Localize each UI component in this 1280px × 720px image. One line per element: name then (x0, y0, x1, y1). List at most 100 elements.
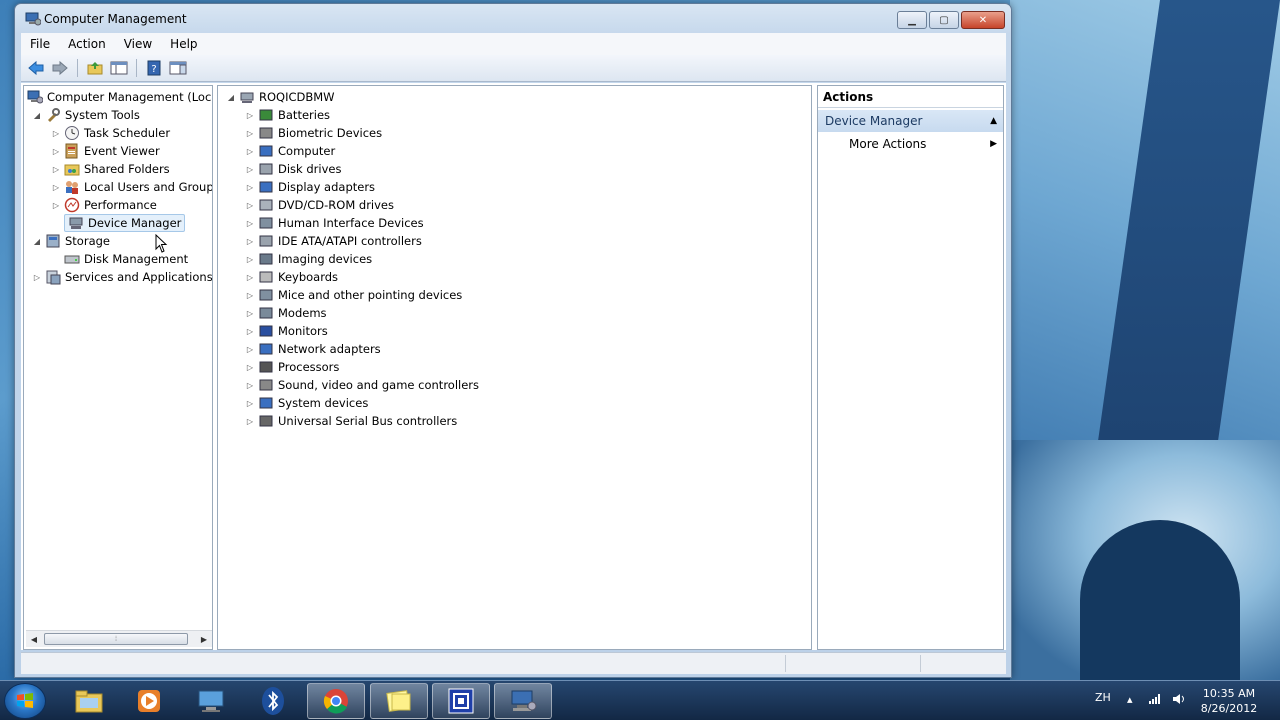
menu-action[interactable]: Action (59, 37, 115, 51)
tree-collapsed-toggle-icon[interactable]: ▷ (51, 164, 61, 174)
taskbar-bluetooth[interactable] (244, 683, 302, 719)
tree-item-device-manager[interactable]: Device Manager (64, 214, 186, 232)
performance-icon (64, 197, 80, 213)
volume-icon[interactable] (1172, 693, 1186, 708)
tree-item-storage[interactable]: ◢ Storage (32, 232, 110, 250)
tree-collapsed-toggle-icon[interactable]: ▷ (245, 218, 255, 228)
close-button[interactable]: ✕ (961, 11, 1005, 29)
maximize-button[interactable]: ▢ (929, 11, 959, 29)
taskbar-computer-management[interactable] (494, 683, 552, 719)
device-category-item[interactable]: ▷ Computer (245, 142, 335, 160)
device-category-item[interactable]: ▷ Mice and other pointing devices (245, 286, 462, 304)
device-category-item[interactable]: ▷ Biometric Devices (245, 124, 382, 142)
forward-button[interactable] (49, 57, 71, 79)
tree-collapsed-toggle-icon[interactable]: ▷ (245, 326, 255, 336)
tree-collapsed-toggle-icon[interactable]: ▷ (245, 380, 255, 390)
tree-collapsed-toggle-icon[interactable]: ▷ (51, 200, 61, 210)
menu-help[interactable]: Help (161, 37, 206, 51)
sticky-notes-icon (386, 690, 411, 712)
taskbar-media-player[interactable] (120, 683, 178, 719)
taskbar-app[interactable] (432, 683, 490, 719)
minimize-button[interactable]: ▁ (897, 11, 927, 29)
taskbar-chrome[interactable] (307, 683, 365, 719)
device-category-item[interactable]: ▷ DVD/CD-ROM drives (245, 196, 394, 214)
tree-collapsed-toggle-icon[interactable]: ▷ (245, 254, 255, 264)
tree-item-services-and-applications[interactable]: ▷ Services and Applications (32, 268, 212, 286)
tree-item-task-scheduler[interactable]: ▷ Task Scheduler (51, 124, 170, 142)
tree-collapsed-toggle-icon[interactable]: ▷ (245, 362, 255, 372)
menu-file[interactable]: File (21, 37, 59, 51)
scroll-thumb[interactable]: ⦙ (44, 633, 188, 645)
tree-collapsed-toggle-icon[interactable]: ▷ (245, 416, 255, 426)
tree-collapsed-toggle-icon[interactable]: ▷ (245, 182, 255, 192)
tree-item-computer-management[interactable]: Computer Management (Local (27, 88, 212, 106)
device-category-item[interactable]: ▷ Universal Serial Bus controllers (245, 412, 457, 430)
device-category-item[interactable]: ▷ Sound, video and game controllers (245, 376, 479, 394)
taskbar-remote-desktop[interactable] (182, 683, 240, 719)
tree-collapsed-toggle-icon[interactable]: ▷ (245, 128, 255, 138)
up-level-button[interactable] (84, 57, 106, 79)
tree-item-performance[interactable]: ▷ Performance (51, 196, 157, 214)
device-category-item[interactable]: ▷ System devices (245, 394, 368, 412)
tree-item-label: Disk Management (84, 252, 189, 266)
system-clock[interactable]: 10:35 AM 8/26/2012 (1192, 686, 1266, 716)
horizontal-scrollbar[interactable]: ◀ ⦙ ▶ (26, 630, 212, 647)
show-hidden-icons-icon[interactable]: ▴ (1127, 693, 1133, 706)
device-category-item[interactable]: ▷ Processors (245, 358, 339, 376)
tree-collapsed-toggle-icon[interactable]: ▷ (51, 128, 61, 138)
title-bar[interactable]: Computer Management ▁ ▢ ✕ (15, 4, 1011, 34)
tree-collapsed-toggle-icon[interactable]: ▷ (245, 110, 255, 120)
device-category-label: Keyboards (278, 270, 339, 284)
tree-collapsed-toggle-icon[interactable]: ▷ (245, 308, 255, 318)
show-hide-action-pane-button[interactable] (167, 57, 189, 79)
device-category-item[interactable]: ▷ Network adapters (245, 340, 381, 358)
device-category-item[interactable]: ▷ Monitors (245, 322, 328, 340)
tree-collapsed-toggle-icon[interactable]: ▷ (51, 146, 61, 156)
device-category-item[interactable]: ▷ Disk drives (245, 160, 342, 178)
tree-expanded-toggle-icon[interactable]: ◢ (32, 110, 42, 120)
device-category-item[interactable]: ▷ Keyboards (245, 268, 338, 286)
device-category-label: IDE ATA/ATAPI controllers (278, 234, 422, 248)
tree-collapsed-toggle-icon[interactable]: ▷ (245, 146, 255, 156)
actions-section-device-manager[interactable]: Device Manager ▲ (818, 110, 1003, 132)
toolbar-separator (77, 59, 78, 77)
scroll-left-icon[interactable]: ◀ (26, 631, 42, 647)
menu-view[interactable]: View (115, 37, 161, 51)
device-tree-root[interactable]: ◢ ROQICDBMW (226, 88, 335, 106)
tree-collapsed-toggle-icon[interactable]: ▷ (245, 344, 255, 354)
tree-collapsed-toggle-icon[interactable]: ▷ (245, 398, 255, 408)
device-category-item[interactable]: ▷ IDE ATA/ATAPI controllers (245, 232, 422, 250)
tree-collapsed-toggle-icon[interactable]: ▷ (245, 200, 255, 210)
back-button[interactable] (25, 57, 47, 79)
tree-item-shared-folders[interactable]: ▷ Shared Folders (51, 160, 170, 178)
device-category-item[interactable]: ▷ Imaging devices (245, 250, 372, 268)
tree-collapsed-toggle-icon[interactable]: ▷ (32, 272, 42, 282)
taskbar-explorer[interactable] (60, 683, 118, 719)
show-hide-tree-button[interactable] (108, 57, 130, 79)
start-button[interactable] (4, 683, 46, 719)
tree-item-local-users-and-groups[interactable]: ▷ Local Users and Groups (51, 178, 212, 196)
more-actions-label: More Actions (849, 137, 927, 151)
tree-collapsed-toggle-icon[interactable]: ▷ (245, 290, 255, 300)
network-signal-icon[interactable] (1148, 693, 1162, 708)
tree-collapsed-toggle-icon[interactable]: ▷ (245, 272, 255, 282)
more-actions-item[interactable]: More Actions ▶ (818, 132, 1003, 156)
tree-expanded-toggle-icon[interactable]: ◢ (32, 236, 42, 246)
scroll-right-icon[interactable]: ▶ (196, 631, 212, 647)
tree-item-event-viewer[interactable]: ▷ Event Viewer (51, 142, 160, 160)
device-category-item[interactable]: ▷ Modems (245, 304, 327, 322)
help-button[interactable]: ? (143, 57, 165, 79)
taskbar: ZH ▴ 10:35 AM 8/26/2012 (0, 680, 1280, 720)
device-category-item[interactable]: ▷ Batteries (245, 106, 330, 124)
tree-item-disk-management[interactable]: Disk Management (64, 250, 188, 268)
tree-item-system-tools[interactable]: ◢ System Tools (32, 106, 140, 124)
device-category-item[interactable]: ▷ Human Interface Devices (245, 214, 424, 232)
taskbar-sticky-notes[interactable] (370, 683, 428, 719)
tree-collapsed-toggle-icon[interactable]: ▷ (51, 182, 61, 192)
tree-collapsed-toggle-icon[interactable]: ▷ (245, 164, 255, 174)
language-indicator[interactable]: ZH (1095, 691, 1111, 704)
collapse-up-icon[interactable]: ▲ (990, 110, 997, 132)
device-category-item[interactable]: ▷ Display adapters (245, 178, 375, 196)
tree-expanded-toggle-icon[interactable]: ◢ (226, 92, 236, 102)
tree-collapsed-toggle-icon[interactable]: ▷ (245, 236, 255, 246)
